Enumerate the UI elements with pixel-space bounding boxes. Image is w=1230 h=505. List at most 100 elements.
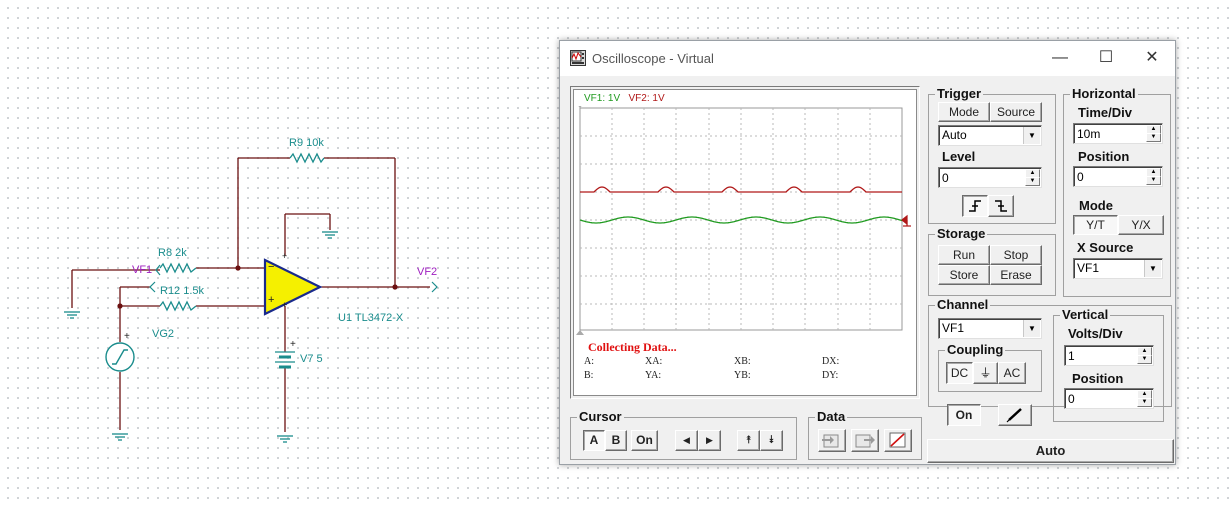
horizontal-mode-label: Mode [1079, 198, 1113, 213]
storage-group: Storage Run Stop Store Erase [928, 226, 1056, 296]
window-title: Oscilloscope - Virtual [592, 51, 714, 66]
r8-label: R8 2k [158, 247, 187, 259]
scope-plot[interactable] [574, 106, 916, 336]
falling-edge-icon [995, 200, 1007, 212]
auto-button[interactable]: Auto [927, 439, 1174, 463]
oscilloscope-window: Oscilloscope - Virtual — ☐ ✕ VF1: 1V VF2… [559, 40, 1176, 465]
maximize-icon[interactable]: ☐ [1083, 41, 1129, 76]
vertical-position-label: Position [1072, 371, 1124, 386]
chevron-down-icon[interactable]: ▼ [1023, 127, 1040, 144]
channel-scale-labels: VF1: 1V VF2: 1V [584, 93, 665, 104]
opamp-top-plus-sign: + [282, 251, 288, 261]
x-source-label: X Source [1077, 240, 1134, 255]
pen-icon [1006, 408, 1022, 423]
store-button[interactable]: Store [938, 265, 990, 285]
falling-edge-button[interactable] [988, 195, 1014, 217]
volts-div-value: 1 [1068, 349, 1075, 363]
spin-down-icon[interactable]: ▼ [1137, 398, 1152, 407]
cursor-a-button[interactable]: A [583, 430, 605, 451]
horizontal-position-input[interactable]: 0 ▲ ▼ [1073, 166, 1163, 187]
spin-down-icon[interactable]: ▼ [1146, 176, 1161, 185]
horizontal-position-value: 0 [1077, 170, 1084, 184]
cursor-group: Cursor A B On ◀ ▶ ⯭ ⯯ [570, 409, 797, 460]
volts-div-label: Volts/Div [1068, 326, 1123, 341]
spin-down-icon[interactable]: ▼ [1025, 177, 1040, 186]
trigger-mode-value: Auto [942, 128, 967, 142]
cursor-b-button[interactable]: B [605, 430, 627, 451]
probe-color-button[interactable] [998, 404, 1032, 426]
channel-select[interactable]: VF1 ▼ [938, 318, 1042, 339]
vertical-position-value: 0 [1068, 392, 1075, 406]
vg2-label: VG2 [152, 328, 175, 340]
close-icon[interactable]: ✕ [1129, 41, 1175, 76]
rising-edge-icon [969, 200, 981, 212]
vf1-scale-label: VF1: 1V [584, 93, 621, 104]
opamp-label: U1 TL3472-X [338, 312, 404, 324]
channel-value: VF1 [942, 321, 965, 335]
title-bar[interactable]: Oscilloscope - Virtual — ☐ ✕ [560, 41, 1175, 76]
coupling-title: Coupling [945, 342, 1006, 357]
erase-button[interactable]: Erase [990, 265, 1042, 285]
scope-screen-frame: VF1: 1V VF2: 1V Collecting Data... A: XA… [570, 86, 920, 399]
yx-mode-button[interactable]: Y/X [1118, 215, 1164, 235]
dc-coupling-button[interactable]: DC [946, 362, 973, 384]
spin-down-icon[interactable]: ▼ [1146, 133, 1161, 142]
trigger-level-input[interactable]: 0 ▲ ▼ [938, 167, 1042, 188]
clear-icon [889, 432, 906, 448]
vf2-label: VF2 [417, 266, 438, 278]
rising-edge-button[interactable] [962, 195, 988, 217]
cursor-right-icon[interactable]: ▶ [698, 430, 721, 451]
cursor-dy-readout: DY: [822, 370, 839, 381]
data-clear-button[interactable] [884, 429, 912, 452]
cursor-on-button[interactable]: On [631, 430, 658, 451]
yt-mode-button[interactable]: Y/T [1073, 215, 1118, 235]
oscilloscope-app-icon [570, 50, 586, 66]
chevron-down-icon[interactable]: ▼ [1144, 260, 1161, 277]
run-button[interactable]: Run [938, 245, 990, 265]
vf2-scale-label: VF2: 1V [628, 93, 665, 104]
chevron-down-icon[interactable]: ▼ [1023, 320, 1040, 337]
horizontal-group: Horizontal Time/Div 10m ▲ ▼ Position 0 ▲… [1063, 86, 1171, 297]
stop-button[interactable]: Stop [990, 245, 1042, 265]
import-icon [822, 434, 839, 448]
cursor-xb-readout: XB: [734, 356, 751, 367]
ground-coupling-button[interactable]: ⏚ [973, 362, 998, 384]
circuit-schematic [64, 152, 438, 443]
cursor-down-icon[interactable]: ⯯ [760, 430, 783, 451]
trigger-level-label: Level [942, 149, 976, 164]
x-source-select[interactable]: VF1 ▼ [1073, 258, 1163, 279]
r12-label: R12 1.5k [160, 285, 205, 297]
trigger-mode-button[interactable]: Mode [938, 102, 990, 122]
spin-down-icon[interactable]: ▼ [1137, 355, 1152, 364]
v7-label: V7 5 [300, 353, 323, 365]
cursor-ya-readout: YA: [645, 370, 662, 381]
v7-plus-sign: + [290, 339, 296, 350]
cursor-b-readout: B: [584, 370, 594, 381]
time-div-label: Time/Div [1078, 105, 1132, 120]
data-export-button[interactable] [851, 429, 879, 452]
vertical-group: Vertical Volts/Div 1 ▲ ▼ Position 0 ▲ ▼ [1053, 307, 1164, 422]
ac-coupling-button[interactable]: AC [998, 362, 1026, 384]
cursor-up-icon[interactable]: ⯭ [737, 430, 760, 451]
r9-label: R9 10k [289, 137, 324, 149]
vertical-title: Vertical [1060, 307, 1111, 322]
cursor-left-icon[interactable]: ◀ [675, 430, 698, 451]
trigger-source-button[interactable]: Source [990, 102, 1042, 122]
time-div-value: 10m [1077, 127, 1101, 141]
minimize-icon[interactable]: — [1037, 41, 1083, 76]
status-text: Collecting Data... [588, 340, 677, 354]
data-import-button[interactable] [818, 429, 846, 452]
vf1-label: VF1 [132, 264, 153, 276]
time-div-input[interactable]: 10m ▲ ▼ [1073, 123, 1163, 144]
trigger-mode-select[interactable]: Auto ▼ [938, 125, 1042, 146]
volts-div-input[interactable]: 1 ▲ ▼ [1064, 345, 1154, 366]
cursor-yb-readout: YB: [734, 370, 751, 381]
cursor-a-readout: A: [584, 356, 594, 367]
trigger-level-marker[interactable] [901, 214, 911, 227]
export-icon [855, 434, 875, 448]
vertical-position-input[interactable]: 0 ▲ ▼ [1064, 388, 1154, 409]
horizontal-title: Horizontal [1070, 86, 1138, 101]
channel-on-button[interactable]: On [947, 404, 981, 426]
trigger-title: Trigger [935, 86, 984, 101]
cursor-title: Cursor [577, 409, 624, 424]
